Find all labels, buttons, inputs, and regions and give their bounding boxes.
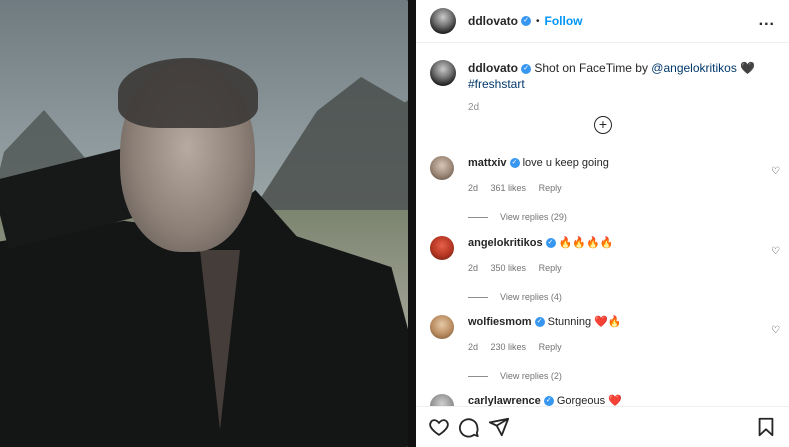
post-actions-bar: [416, 406, 789, 447]
comment-username[interactable]: wolfiesmom: [468, 316, 532, 328]
author-avatar[interactable]: [430, 8, 456, 34]
comments-list[interactable]: ddlovato ✓ Shot on FaceTime by @angelokri…: [416, 44, 789, 406]
verified-badge-icon: ✓: [521, 16, 531, 26]
comment-username[interactable]: mattxiv: [468, 157, 507, 169]
view-replies-button[interactable]: View replies (29): [468, 212, 780, 222]
separator-dot: •: [536, 15, 540, 27]
post-photo[interactable]: [0, 0, 412, 447]
comment-item: wolfiesmom ✓ Stunning ❤️🔥 2d 230 likes Re…: [430, 315, 780, 381]
reply-button[interactable]: Reply: [539, 263, 562, 273]
commenter-avatar[interactable]: [430, 315, 454, 339]
post-media[interactable]: [0, 0, 416, 447]
verified-badge-icon: ✓: [545, 238, 556, 249]
caption-text: Shot on FaceTime by: [534, 61, 652, 75]
author-avatar[interactable]: [430, 60, 456, 86]
more-options-icon[interactable]: ...: [759, 12, 775, 30]
comment-item: angelokritikos ✓ 🔥🔥🔥🔥 2d 350 likes Reply …: [430, 236, 780, 302]
comment-item: mattxiv ✓ love u keep going 2d 361 likes …: [430, 156, 780, 222]
comment-text: love u keep going: [522, 157, 609, 169]
verified-badge-icon: ✓: [509, 158, 520, 169]
comment-text: Stunning ❤️🔥: [547, 316, 622, 328]
comment-text: 🔥🔥🔥🔥: [558, 237, 614, 249]
replies-line: [468, 296, 488, 298]
post-time[interactable]: 2d: [468, 100, 775, 116]
heart-icon[interactable]: [428, 416, 450, 438]
commenter-avatar[interactable]: [430, 236, 454, 260]
follow-button[interactable]: Follow: [545, 14, 583, 28]
comment-text: Gorgeous ❤️: [556, 395, 622, 406]
heart-icon[interactable]: ♡: [771, 166, 780, 177]
post-header: ddlovato ✓ • Follow ...: [416, 0, 789, 43]
post-sidebar: ddlovato ✓ • Follow ... ddlovato ✓ Shot o…: [416, 0, 789, 447]
bookmark-icon[interactable]: [755, 416, 777, 438]
share-icon[interactable]: [488, 416, 510, 438]
view-replies-label: View replies (4): [500, 292, 562, 302]
post-caption: ddlovato ✓ Shot on FaceTime by @angelokri…: [416, 44, 789, 116]
replies-line: [468, 375, 488, 377]
replies-line: [468, 216, 488, 218]
comment-likes[interactable]: 361 likes: [491, 183, 527, 193]
person-hair: [118, 58, 258, 128]
commenter-avatar[interactable]: [430, 156, 454, 180]
comment-item: carlylawrence ✓ Gorgeous ❤️: [430, 394, 780, 406]
film-edge: [408, 0, 416, 447]
comment-time[interactable]: 2d: [468, 183, 478, 193]
verified-badge-icon: ✓: [543, 396, 554, 406]
view-replies-button[interactable]: View replies (4): [468, 292, 780, 302]
caption-mention[interactable]: @angelokritikos: [651, 61, 737, 75]
comment-time[interactable]: 2d: [468, 342, 478, 352]
comment-likes[interactable]: 350 likes: [491, 263, 527, 273]
comment-likes[interactable]: 230 likes: [491, 342, 527, 352]
plus-circle-icon[interactable]: +: [594, 116, 612, 134]
commenter-avatar[interactable]: [430, 394, 454, 406]
view-replies-label: View replies (29): [500, 212, 567, 222]
caption-username[interactable]: ddlovato: [468, 61, 518, 75]
comment-time[interactable]: 2d: [468, 263, 478, 273]
heart-icon[interactable]: ♡: [771, 246, 780, 257]
view-replies-button[interactable]: View replies (2): [468, 371, 780, 381]
heart-icon[interactable]: ♡: [771, 325, 780, 336]
comment-icon[interactable]: [458, 416, 480, 438]
view-replies-label: View replies (2): [500, 371, 562, 381]
caption-hashtag[interactable]: #freshstart: [468, 77, 525, 91]
black-heart-emoji: 🖤: [740, 61, 756, 75]
verified-badge-icon: ✓: [534, 317, 545, 328]
reply-button[interactable]: Reply: [539, 183, 562, 193]
comment-username[interactable]: angelokritikos: [468, 237, 543, 249]
verified-badge-icon: ✓: [521, 63, 531, 74]
reply-button[interactable]: Reply: [539, 342, 562, 352]
comment-username[interactable]: carlylawrence: [468, 395, 541, 406]
author-username[interactable]: ddlovato: [468, 14, 518, 28]
